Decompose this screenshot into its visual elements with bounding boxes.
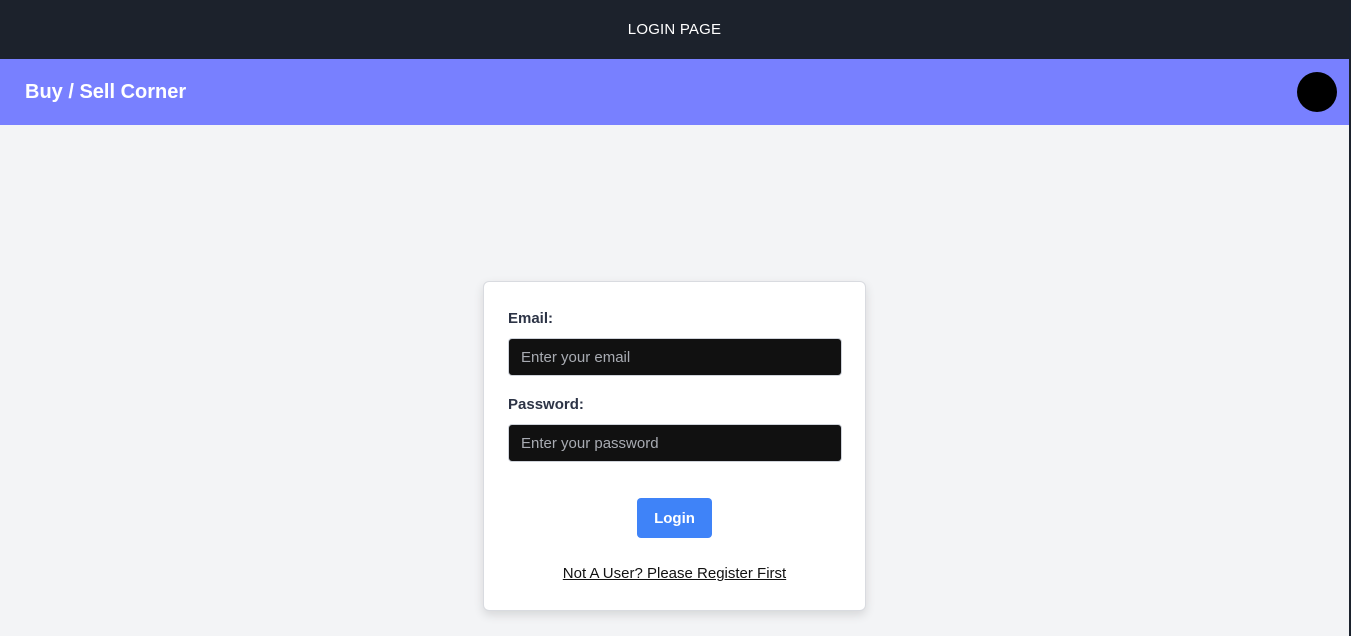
register-link[interactable]: Not A User? Please Register First — [563, 565, 786, 582]
avatar[interactable] — [1297, 72, 1337, 112]
page: LOGIN PAGE Buy / Sell Corner Email: Pass… — [0, 0, 1351, 636]
button-row: Login — [508, 498, 841, 538]
navbar: Buy / Sell Corner — [0, 59, 1349, 125]
email-field[interactable] — [508, 338, 842, 376]
brand-title[interactable]: Buy / Sell Corner — [25, 81, 186, 104]
login-button[interactable]: Login — [637, 498, 712, 538]
page-title-bar: LOGIN PAGE — [0, 0, 1349, 59]
register-row: Not A User? Please Register First — [508, 565, 841, 583]
password-label: Password: — [508, 396, 584, 413]
email-label: Email: — [508, 310, 554, 327]
password-field[interactable] — [508, 424, 842, 462]
login-card: Email: Password: Login Not A User? Pleas… — [483, 281, 866, 611]
page-title: LOGIN PAGE — [627, 21, 722, 38]
